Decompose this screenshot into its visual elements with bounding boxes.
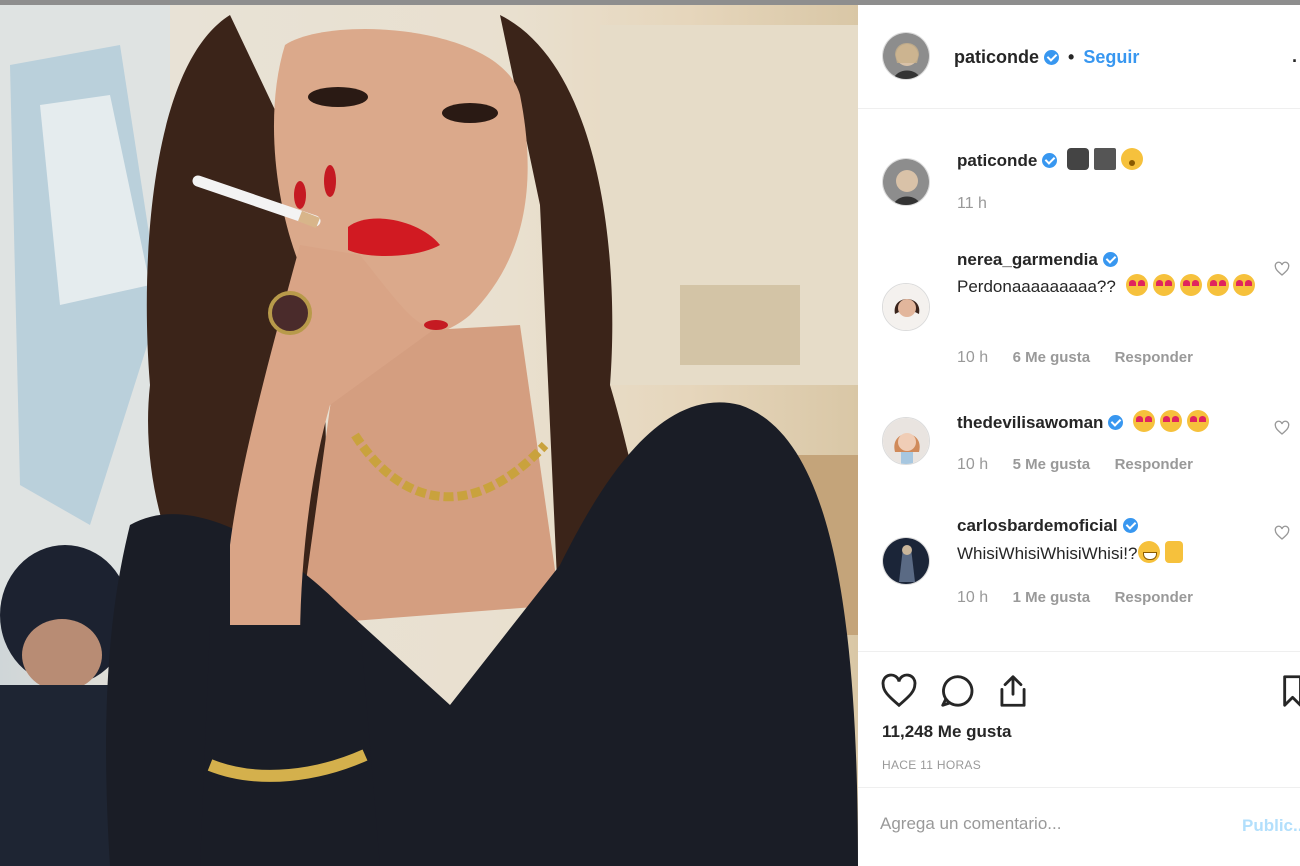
comment-likes[interactable]: 1 Me gusta: [1013, 589, 1091, 606]
grimacing-emoji-icon: [1138, 541, 1161, 563]
thumbs-up-emoji-icon: [1165, 541, 1184, 563]
comment-username-line: thedevilisawoman: [957, 410, 1210, 433]
comment-meta: 10 h 5 Me gusta Responder: [957, 456, 1213, 474]
author-avatar[interactable]: [882, 32, 930, 80]
bookmark-icon[interactable]: [1280, 672, 1300, 710]
comment-likes[interactable]: 5 Me gusta: [1013, 456, 1091, 473]
camera-emoji-icon: [1067, 148, 1090, 170]
post-side-panel: paticonde • Seguir · paticonde 11 h nere…: [858, 5, 1300, 866]
comment-username[interactable]: carlosbardemoficial: [957, 516, 1118, 535]
comments-list[interactable]: paticonde 11 h nerea_garmendia Perdonaaa…: [858, 110, 1300, 655]
commenter-avatar[interactable]: [882, 537, 930, 585]
comment-text: Perdonaaaaaaaaa??: [957, 277, 1116, 296]
comment-meta: 10 h 1 Me gusta Responder: [957, 589, 1213, 607]
commenter-avatar[interactable]: [882, 417, 930, 465]
caption-avatar[interactable]: [882, 158, 930, 206]
comment-time[interactable]: 10 h: [957, 349, 988, 367]
comment-meta: 10 h 6 Me gusta Responder: [957, 349, 1213, 367]
post-header: paticonde • Seguir ·: [858, 5, 1300, 109]
reply-button[interactable]: Responder: [1115, 456, 1193, 473]
author-line: paticonde • Seguir: [954, 47, 1139, 68]
like-comment-heart-icon[interactable]: [1274, 525, 1290, 541]
comment-text-line: WhisiWhisiWhisiWhisi!?: [957, 540, 1257, 567]
caption-time[interactable]: 11 h: [957, 195, 987, 213]
comment-username-line: nerea_garmendia: [957, 250, 1118, 270]
heart-eyes-emoji-icon: [1133, 410, 1156, 432]
heart-eyes-emoji-icon: [1233, 274, 1256, 296]
comment-username[interactable]: nerea_garmendia: [957, 250, 1098, 269]
verified-icon: [1044, 50, 1060, 65]
comment-username-line: carlosbardemoficial: [957, 516, 1138, 536]
follow-button[interactable]: Seguir: [1083, 47, 1139, 67]
heart-eyes-emoji-icon: [1187, 410, 1210, 432]
like-comment-heart-icon[interactable]: [1274, 420, 1290, 436]
commenter-avatar[interactable]: [882, 283, 930, 331]
heart-icon[interactable]: [880, 672, 918, 710]
heart-eyes-emoji-icon: [1125, 274, 1148, 296]
reply-button[interactable]: Responder: [1115, 349, 1193, 366]
heart-eyes-emoji-icon: [1179, 274, 1202, 296]
verified-icon: [1102, 252, 1118, 267]
comment-input[interactable]: [880, 814, 1210, 834]
like-comment-heart-icon[interactable]: [1274, 261, 1290, 277]
verified-icon: [1108, 415, 1124, 430]
post-photo[interactable]: [0, 5, 858, 866]
share-icon[interactable]: [994, 672, 1032, 710]
comment-time[interactable]: 10 h: [957, 456, 988, 474]
caption-username[interactable]: paticonde: [957, 151, 1037, 170]
verified-icon: [1122, 518, 1138, 533]
astonished-emoji-icon: [1121, 148, 1144, 170]
add-comment-bar: Public...: [858, 787, 1300, 866]
verified-icon: [1042, 153, 1058, 168]
separator: •: [1068, 47, 1075, 67]
comment-time[interactable]: 10 h: [957, 589, 988, 607]
caption-line: paticonde: [957, 148, 1144, 171]
publish-button[interactable]: Public...: [1242, 816, 1300, 836]
caption-meta: 11 h: [957, 195, 1007, 213]
post-timestamp[interactable]: HACE 11 HORAS: [882, 758, 981, 772]
clapper-emoji-icon: [1094, 148, 1117, 170]
comment-icon[interactable]: [938, 672, 976, 710]
likes-count[interactable]: 11,248 Me gusta: [882, 722, 1011, 742]
comment-likes[interactable]: 6 Me gusta: [1013, 349, 1091, 366]
heart-eyes-emoji-icon: [1152, 274, 1175, 296]
post-actions: 11,248 Me gusta HACE 11 HORAS: [858, 651, 1300, 789]
heart-eyes-emoji-icon: [1160, 410, 1183, 432]
author-username[interactable]: paticonde: [954, 47, 1039, 67]
heart-eyes-emoji-icon: [1206, 274, 1229, 296]
comment-username[interactable]: thedevilisawoman: [957, 413, 1103, 432]
post-image: [0, 5, 858, 866]
more-icon[interactable]: ·: [1292, 51, 1298, 72]
comment-text: WhisiWhisiWhisiWhisi!?: [957, 544, 1138, 563]
reply-button[interactable]: Responder: [1115, 589, 1193, 606]
comment-text-line: Perdonaaaaaaaaa??: [957, 273, 1257, 300]
